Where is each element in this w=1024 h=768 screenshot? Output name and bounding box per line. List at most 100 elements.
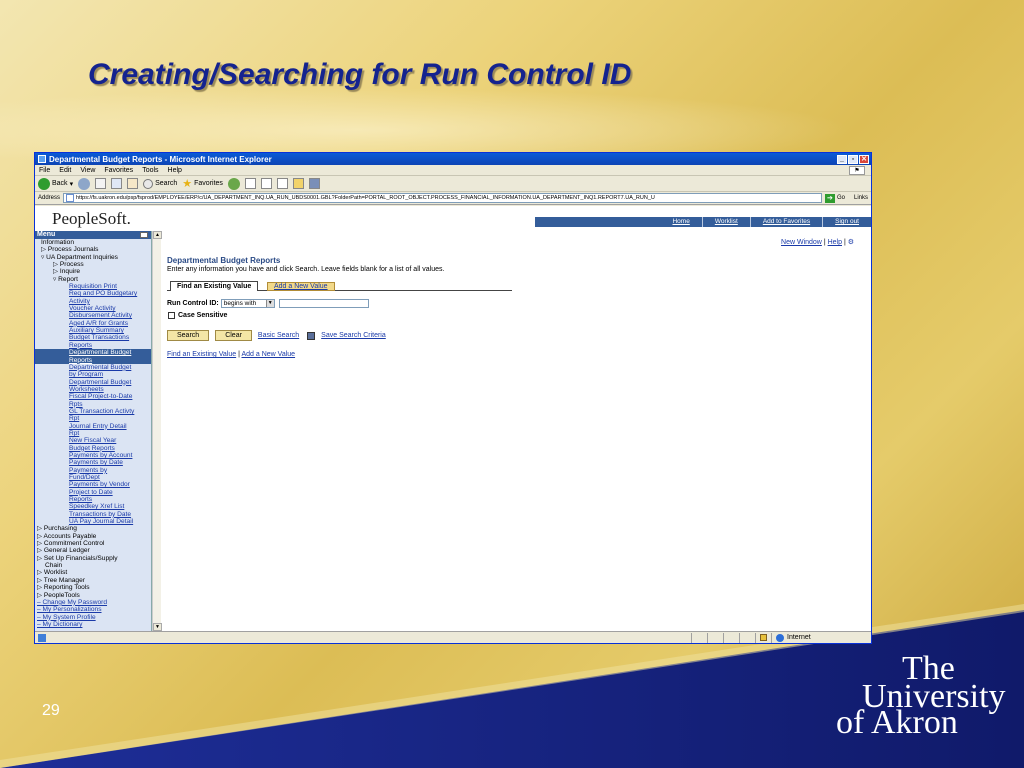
sidebar-item[interactable]: ▷ Accounts Payable <box>35 533 151 540</box>
sidebar-item[interactable]: Project to Date <box>35 489 151 496</box>
sidebar-item[interactable]: by Program <box>35 371 151 378</box>
sidebar-item[interactable]: ▷ Inquire <box>35 268 151 275</box>
sidebar-item[interactable]: Budget Transactions <box>35 334 151 341</box>
sidebar-item[interactable]: Transactions by Date <box>35 511 151 518</box>
mail-icon[interactable] <box>244 178 256 189</box>
sidebar-item[interactable]: Payments by Date <box>35 459 151 466</box>
sidebar-item[interactable]: ▷ PeopleTools <box>35 592 151 599</box>
sidebar-item[interactable]: ▷ Process <box>35 261 151 268</box>
sidebar-item[interactable]: Voucher Activity <box>35 305 151 312</box>
sidebar-item[interactable]: Aged A/R for Grants <box>35 320 151 327</box>
sidebar-item[interactable]: Payments by Vendor <box>35 481 151 488</box>
sidebar-item[interactable]: Req and PO Budgetary <box>35 290 151 297</box>
sidebar-item[interactable]: UA Pay Journal Detail <box>35 518 151 525</box>
scroll-down-icon[interactable]: ▼ <box>153 623 162 631</box>
sidebar-item[interactable]: ▷ Reporting Tools <box>35 584 151 591</box>
nav-home[interactable]: Home <box>660 217 701 227</box>
print-icon[interactable] <box>260 178 272 189</box>
minimize-icon[interactable]: _ <box>837 154 847 164</box>
sidebar-item[interactable]: Budget Reports <box>35 445 151 452</box>
sidebar-item[interactable]: ▷ Commitment Control <box>35 540 151 547</box>
sidebar-item[interactable]: Information <box>35 239 151 246</box>
menu-tools[interactable]: Tools <box>142 167 158 174</box>
maximize-icon[interactable]: ▫ <box>848 154 858 164</box>
sidebar-item[interactable]: ▷ Process Journals <box>35 246 151 253</box>
sidebar-item[interactable]: Rpt <box>35 415 151 422</box>
http-icon[interactable]: ⚙ <box>848 239 854 246</box>
edit-icon[interactable] <box>276 178 288 189</box>
media-icon[interactable] <box>227 177 240 190</box>
sidebar-item[interactable]: Rpts <box>35 401 151 408</box>
tab-add-new[interactable]: Add a New Value <box>267 282 335 291</box>
home-icon[interactable] <box>127 178 139 189</box>
sidebar-item[interactable]: – My System Profile <box>35 614 151 621</box>
sidebar-item[interactable]: Reports <box>35 356 151 364</box>
sidebar-item[interactable]: GL Transaction Activty <box>35 408 151 415</box>
nav-add-to-favorites[interactable]: Add to Favorites <box>749 217 822 227</box>
sidebar-item[interactable]: Payments by Account <box>35 452 151 459</box>
close-icon[interactable]: ✕ <box>859 154 869 164</box>
sidebar-item[interactable]: – My Personalizations <box>35 606 151 613</box>
menu-scrollbar[interactable]: ▲ ▼ <box>152 231 162 631</box>
sidebar-item[interactable]: Departmental Budget <box>35 379 151 386</box>
sidebar-item[interactable]: Payments by <box>35 467 151 474</box>
menu-favorites[interactable]: Favorites <box>104 167 133 174</box>
forward-button[interactable] <box>78 177 91 190</box>
basic-search-link[interactable]: Basic Search <box>258 332 299 339</box>
sidebar-item[interactable]: New Fiscal Year <box>35 437 151 444</box>
search-button[interactable]: Search <box>143 178 177 189</box>
sidebar-item[interactable]: Reports <box>35 342 151 349</box>
refresh-icon[interactable] <box>111 178 123 189</box>
links-button[interactable]: Links <box>854 195 868 201</box>
sidebar-item[interactable]: ▷ Worklist <box>35 569 151 576</box>
stop-icon[interactable] <box>95 178 107 189</box>
new-window-link[interactable]: New Window <box>781 239 822 246</box>
sidebar-item[interactable]: Departmental Budget <box>35 364 151 371</box>
sidebar-item[interactable]: ▷ General Ledger <box>35 547 151 554</box>
sidebar-item[interactable]: Worksheets <box>35 386 151 393</box>
menu-view[interactable]: View <box>80 167 95 174</box>
go-button[interactable]: ➔ Go <box>824 193 845 203</box>
sidebar-item[interactable]: ▷ Set Up Financials/Supply <box>35 555 151 562</box>
save-icon[interactable] <box>307 331 316 340</box>
sidebar-item[interactable]: Auxiliary Summary <box>35 327 151 334</box>
folder-icon[interactable] <box>292 178 304 189</box>
add-new-link[interactable]: Add a New Value <box>241 351 295 358</box>
sidebar-item[interactable]: Reports <box>35 496 151 503</box>
sidebar-item[interactable]: Fund/Dept <box>35 474 151 481</box>
scroll-up-icon[interactable]: ▲ <box>153 231 162 239</box>
find-existing-link[interactable]: Find an Existing Value <box>167 351 236 358</box>
messenger-icon[interactable] <box>308 178 320 189</box>
tab-find-existing[interactable]: Find an Existing Value <box>170 281 259 291</box>
sidebar-item[interactable]: Rpt <box>35 430 151 437</box>
sidebar-item[interactable]: Requisition Print <box>35 283 151 290</box>
menu-help[interactable]: Help <box>168 167 182 174</box>
nav-sign-out[interactable]: Sign out <box>822 217 871 227</box>
run-control-input[interactable] <box>278 299 369 308</box>
case-sensitive-checkbox[interactable] <box>168 312 175 319</box>
sidebar-item[interactable]: Speedkey Xref List <box>35 503 151 510</box>
menu-file[interactable]: File <box>39 167 50 174</box>
sidebar-item[interactable]: – My Dictionary <box>35 621 151 628</box>
help-link[interactable]: Help <box>828 239 842 246</box>
menu-edit[interactable]: Edit <box>59 167 71 174</box>
search-submit-button[interactable]: Search <box>167 330 210 341</box>
save-search-criteria-link[interactable]: Save Search Criteria <box>321 332 386 339</box>
nav-worklist[interactable]: Worklist <box>701 217 750 227</box>
operator-select[interactable]: begins with ▼ <box>220 299 275 308</box>
clear-button[interactable]: Clear <box>215 330 252 341</box>
sidebar-item[interactable]: ▷ Tree Manager <box>35 577 151 584</box>
sidebar-item[interactable]: Activity <box>35 298 151 305</box>
back-button[interactable]: Back ▾ <box>38 177 73 190</box>
address-input[interactable]: https://fs.uakron.edu/psp/fsprod/EMPLOYE… <box>63 193 822 203</box>
sidebar-item[interactable]: – Change My Password <box>35 599 151 606</box>
favorites-button[interactable]: ★ Favorites <box>182 177 223 190</box>
sidebar-item[interactable]: ▿ Report <box>35 276 151 283</box>
sidebar-item[interactable]: ▿ UA Department Inquiries <box>35 254 151 261</box>
sidebar-item[interactable]: Departmental Budget <box>35 349 151 357</box>
collapse-menu-icon[interactable] <box>140 232 148 238</box>
sidebar-item[interactable]: Disbursement Activity <box>35 312 151 319</box>
sidebar-item[interactable]: Journal Entry Detail <box>35 423 151 430</box>
sidebar-item[interactable]: Fiscal Project-to-Date <box>35 393 151 400</box>
sidebar-item[interactable]: ▷ Purchasing <box>35 525 151 532</box>
